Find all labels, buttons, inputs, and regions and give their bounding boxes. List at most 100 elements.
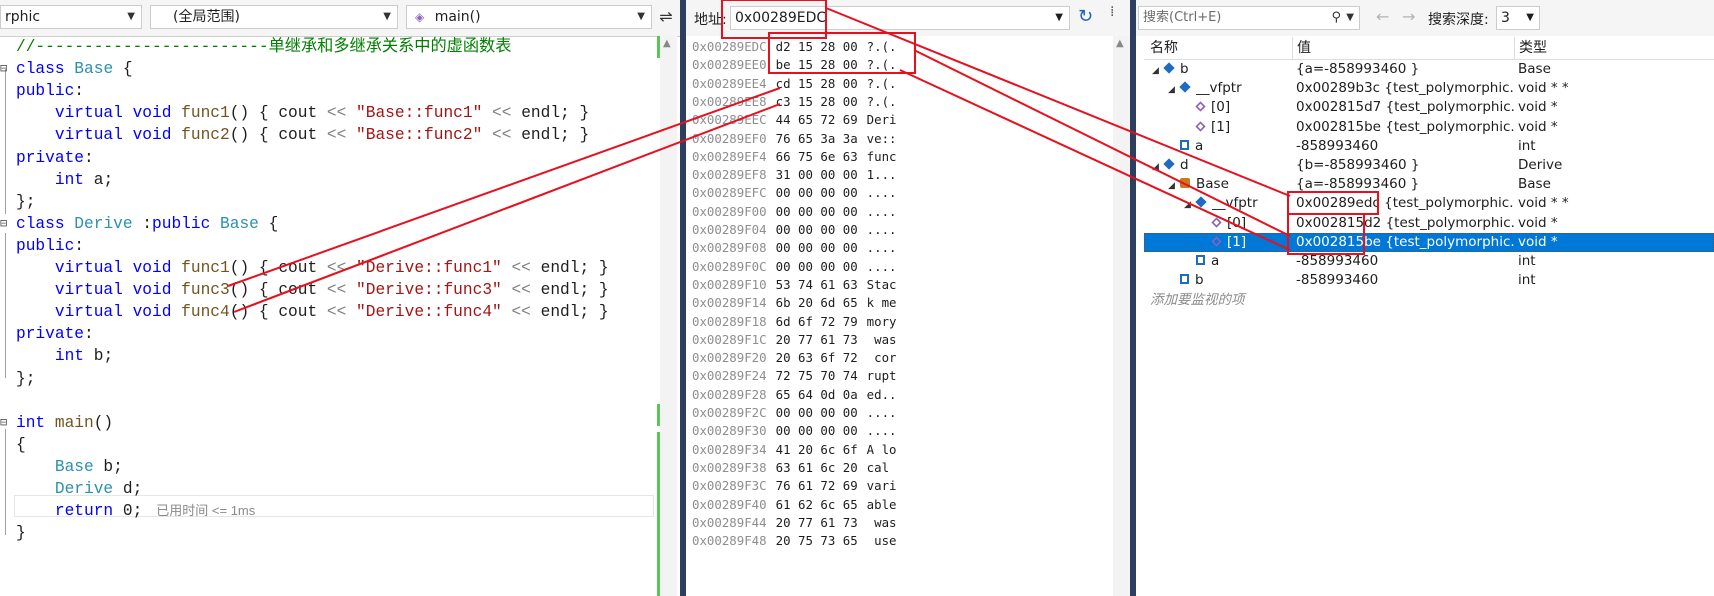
watch-value[interactable]: 0x002815d2 {test_polymorphic.exe!Derive:… <box>1292 214 1514 233</box>
code-line[interactable]: class Base { <box>16 58 133 80</box>
memory-row[interactable]: 0x00289F34 41 20 6c 6f A lo <box>692 441 897 459</box>
watch-value[interactable]: 0x002815d7 {test_polymorphic.exe!Base::.… <box>1292 98 1514 117</box>
column-header-name[interactable]: 名称 <box>1144 37 1292 59</box>
watch-value[interactable]: -858993460 <box>1292 271 1514 290</box>
memory-row[interactable]: 0x00289EF0 76 65 3a 3a ve:: <box>692 130 897 148</box>
code-editor-pane[interactable]: rphic ▼ (全局范围) ▼ ◈ main() ▼ ⇌ //--------… <box>0 0 680 596</box>
memory-row[interactable]: 0x00289F00 00 00 00 00.... <box>692 203 897 221</box>
forward-arrow-icon[interactable]: → <box>1402 7 1415 26</box>
expand-toggle-icon[interactable]: ◢ <box>1168 177 1178 196</box>
scope-dropdown[interactable]: (全局范围) ▼ <box>150 5 398 29</box>
code-line[interactable]: { <box>16 434 26 456</box>
split-editor-icon[interactable]: ⇌ <box>656 6 676 28</box>
watch-row[interactable]: ◢ __vfptr 0x00289b3c {test_polymorphic.exe… <box>1144 79 1714 98</box>
memory-row[interactable]: 0x00289EE8 c3 15 28 00 ?.(. <box>692 93 897 111</box>
watch-value[interactable]: 0x002815be {test_polymorphic.exe!Base::.… <box>1292 233 1514 252</box>
watch-value[interactable]: {b=-858993460 } <box>1292 156 1514 175</box>
memory-row[interactable]: 0x00289F1C 20 77 61 73 was <box>692 331 897 349</box>
watch-row[interactable]: a -858993460 int <box>1144 137 1714 156</box>
watch-row[interactable]: [1] 0x002815be {test_polymorphic.exe!Base… <box>1144 232 1714 252</box>
memory-row[interactable]: 0x00289F14 6b 20 6d 65 k me <box>692 294 897 312</box>
watch-row[interactable]: b -858993460 int <box>1144 271 1714 290</box>
memory-row[interactable]: 0x00289F24 72 75 70 74 rupt <box>692 367 897 385</box>
code-line[interactable]: int main() <box>16 412 113 434</box>
watch-row[interactable]: ◢ d {b=-858993460 } Derive <box>1144 156 1714 175</box>
watch-row[interactable]: ◢ b {a=-858993460 } Base <box>1144 60 1714 79</box>
memory-row[interactable]: 0x00289EF8 31 00 00 00 1... <box>692 166 897 184</box>
fold-toggle-icon[interactable]: ⊟ <box>0 415 12 429</box>
watch-window[interactable]: 搜索(Ctrl+E) ⚲ ▼ ← → 搜索深度: 3 ▼ 名称 值 类型 ◢ b{… <box>1130 0 1714 596</box>
search-depth-dropdown[interactable]: 3 ▼ <box>1496 6 1540 30</box>
memory-row[interactable]: 0x00289F3C 76 61 72 69 vari <box>692 477 897 495</box>
scroll-up-icon[interactable]: ▲ <box>1116 38 1124 49</box>
code-line[interactable]: virtual void func4() { cout << "Derive::… <box>16 301 609 323</box>
watch-row[interactable]: ◢ Base {a=-858993460 } Base <box>1144 175 1714 194</box>
expand-toggle-icon[interactable]: ◢ <box>1168 81 1178 100</box>
chevron-down-icon[interactable]: ▼ <box>1346 7 1354 29</box>
memory-row[interactable]: 0x00289EEC 44 65 72 69 Deri <box>692 111 897 129</box>
code-line[interactable]: int a; <box>16 169 113 191</box>
watch-row[interactable]: [0] 0x002815d2 {test_polymorphic.exe!Deri… <box>1144 214 1714 233</box>
search-icon[interactable]: ⚲ <box>1331 7 1341 29</box>
code-line[interactable]: } <box>16 522 26 544</box>
watch-value[interactable]: 0x00289b3c {test_polymorphic.exe!void(* … <box>1292 79 1514 98</box>
memory-row[interactable]: 0x00289F44 20 77 61 73 was <box>692 514 897 532</box>
address-input[interactable]: 0x00289EDC ▼ <box>730 6 1070 30</box>
memory-row[interactable]: 0x00289F08 00 00 00 00.... <box>692 239 897 257</box>
scroll-up-icon[interactable]: ▲ <box>663 38 671 49</box>
memory-row[interactable]: 0x00289F18 6d 6f 72 79 mory <box>692 313 897 331</box>
memory-row[interactable]: 0x00289F30 00 00 00 00.... <box>692 422 897 440</box>
code-line[interactable]: }; <box>16 368 35 390</box>
code-line[interactable]: private: <box>16 323 94 345</box>
code-line[interactable]: public: <box>16 80 84 102</box>
column-header-type[interactable]: 类型 <box>1514 37 1714 59</box>
function-dropdown[interactable]: ◈ main() ▼ <box>406 5 652 29</box>
memory-row[interactable]: 0x00289EDC d2 15 28 00 ?.(. <box>692 38 897 56</box>
memory-row[interactable]: 0x00289F28 65 64 0d 0a ed.. <box>692 386 897 404</box>
memory-row[interactable]: 0x00289EFC 00 00 00 00.... <box>692 184 897 202</box>
code-line[interactable]: class Derive :public Base { <box>16 213 278 235</box>
watch-value[interactable]: {a=-858993460 } <box>1292 175 1514 194</box>
watch-value[interactable]: -858993460 <box>1292 137 1514 156</box>
memory-row[interactable]: 0x00289F20 20 63 6f 72 cor <box>692 349 897 367</box>
watch-value[interactable]: -858993460 <box>1292 252 1514 271</box>
code-line[interactable]: return 0; 已用时间 <= 1ms <box>16 500 255 522</box>
memory-row[interactable]: 0x00289F04 00 00 00 00.... <box>692 221 897 239</box>
column-header-value[interactable]: 值 <box>1292 37 1514 59</box>
back-arrow-icon[interactable]: ← <box>1376 7 1389 26</box>
expand-toggle-icon[interactable]: ◢ <box>1152 158 1162 177</box>
watch-value[interactable]: {a=-858993460 } <box>1292 60 1514 79</box>
memory-scrollbar[interactable]: ▲ <box>1113 36 1130 596</box>
code-line[interactable]: virtual void func1() { cout << "Base::fu… <box>16 102 589 124</box>
code-line[interactable]: //------------------------单继承和多继承关系中的虚函数… <box>16 36 511 58</box>
add-watch-row[interactable]: 添加要监视的项 <box>1144 291 1714 310</box>
fold-toggle-icon[interactable]: ⊟ <box>0 61 12 75</box>
watch-row[interactable]: a -858993460 int <box>1144 252 1714 271</box>
code-line[interactable]: public: <box>16 235 84 257</box>
expand-toggle-icon[interactable]: ◢ <box>1152 62 1162 81</box>
memory-row[interactable]: 0x00289F0C 00 00 00 00.... <box>692 258 897 276</box>
code-line[interactable]: }; <box>16 191 35 213</box>
refresh-icon[interactable]: ↻ <box>1078 6 1093 27</box>
code-line[interactable]: virtual void func2() { cout << "Base::fu… <box>16 124 589 146</box>
project-dropdown[interactable]: rphic ▼ <box>0 5 142 29</box>
memory-window[interactable]: 地址: 0x00289EDC ▼ ↻ ⁞ 0x00289EDC d2 15 28 … <box>680 0 1130 596</box>
watch-row[interactable]: [0] 0x002815d7 {test_polymorphic.exe!Base… <box>1144 98 1714 117</box>
watch-row[interactable]: [1] 0x002815be {test_polymorphic.exe!Base… <box>1144 118 1714 137</box>
watch-row[interactable]: ◢ __vfptr 0x00289edc {test_polymorphic.exe… <box>1144 194 1714 213</box>
code-area[interactable]: //------------------------单继承和多继承关系中的虚函数… <box>0 36 680 596</box>
memory-row[interactable]: 0x00289F38 63 61 6c 20 cal <box>692 459 897 477</box>
expand-toggle-icon[interactable]: ◢ <box>1184 196 1194 215</box>
watch-search-input[interactable]: 搜索(Ctrl+E) ⚲ ▼ <box>1138 6 1360 30</box>
add-watch-placeholder[interactable]: 添加要监视的项 <box>1150 291 1450 310</box>
code-line[interactable]: Derive d; <box>16 478 142 500</box>
memory-row[interactable]: 0x00289EE4 cd 15 28 00 ?.(. <box>692 75 897 93</box>
watch-value[interactable]: 0x00289edc {test_polymorphic.exe!void(* … <box>1292 194 1514 213</box>
memory-row[interactable]: 0x00289EF4 66 75 6e 63 func <box>692 148 897 166</box>
watch-value[interactable]: 0x002815be {test_polymorphic.exe!Base::.… <box>1292 118 1514 137</box>
code-line[interactable]: private: <box>16 147 94 169</box>
memory-options-icon[interactable]: ⁞ <box>1110 4 1114 20</box>
fold-toggle-icon[interactable]: ⊟ <box>0 216 12 230</box>
memory-row[interactable]: 0x00289EE0 be 15 28 00 ?.(. <box>692 56 897 74</box>
code-line[interactable]: Base b; <box>16 456 123 478</box>
